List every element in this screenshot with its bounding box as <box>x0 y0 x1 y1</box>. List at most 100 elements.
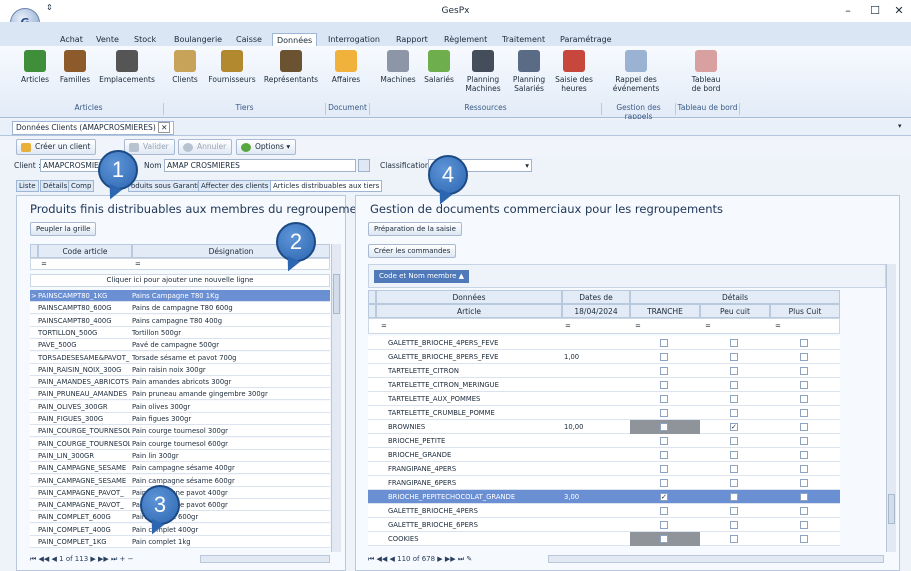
cell-code-article[interactable]: TORSADESESAME&PAVOT_ <box>38 352 130 364</box>
cell-option[interactable] <box>770 350 840 364</box>
cell-article[interactable]: BRIOCHE_PEPITECHOCOLAT_GRANDE <box>388 490 558 504</box>
cell-option[interactable] <box>700 504 770 518</box>
ribbon-salaries[interactable]: Salariés <box>422 50 456 100</box>
table-row[interactable]: COOKIES <box>368 532 840 546</box>
cell-option[interactable] <box>700 406 770 420</box>
populate-grid-button[interactable]: Peupler la grille <box>30 222 97 236</box>
table-row[interactable]: PAIN_COMPLET_600GPain complet 600gr <box>30 511 330 524</box>
checkbox[interactable] <box>800 353 808 361</box>
checkbox[interactable] <box>800 479 808 487</box>
table-row[interactable]: BRIOCHE_PETITE <box>368 434 840 448</box>
col-plus-cuit[interactable]: Plus Cuit <box>770 304 840 318</box>
cell-code-article[interactable]: PAIN_PRUNEAU_AMANDES <box>38 388 130 400</box>
checkbox[interactable] <box>660 521 668 529</box>
cell-option[interactable] <box>770 364 840 378</box>
cell-quantity[interactable] <box>564 392 624 406</box>
subtab-affecter[interactable]: Affecter des clients <box>198 180 272 192</box>
right-scroll-thumb[interactable] <box>888 494 895 524</box>
checkbox[interactable] <box>730 479 738 487</box>
menu-traitement[interactable]: Traitement <box>498 33 549 47</box>
table-row[interactable]: TARTELETTE_AUX_POMMES <box>368 392 840 406</box>
cell-quantity[interactable] <box>564 504 624 518</box>
cell-option[interactable]: ✓ <box>700 420 770 434</box>
cell-option[interactable] <box>630 420 700 434</box>
checkbox[interactable] <box>660 465 668 473</box>
checkbox[interactable] <box>730 521 738 529</box>
ribbon-affaires[interactable]: Affaires <box>328 50 364 100</box>
cell-article[interactable]: BROWNIES <box>388 420 558 434</box>
cell-option[interactable] <box>770 504 840 518</box>
ribbon-fournisseurs[interactable]: Fournisseurs <box>206 50 258 100</box>
cell-code-article[interactable]: PAIN_FIGUES_300G <box>38 413 130 425</box>
cancel-button[interactable]: Annuler <box>178 139 233 155</box>
table-row[interactable]: PAIN_COMPLET_1KG Pain complet 1kg <box>30 536 330 548</box>
table-row[interactable]: PAIN_FIGUES_300G Pain figues 300gr <box>30 413 330 425</box>
checkbox[interactable] <box>660 535 668 543</box>
left-scrollbar[interactable] <box>331 244 341 552</box>
cell-article[interactable]: GALETTE_BRIOCHE_4PERS_FEVE <box>388 336 558 350</box>
cell-article[interactable]: FRANGIPANE_4PERS <box>388 462 558 476</box>
checkbox[interactable] <box>800 339 808 347</box>
new-row[interactable]: Cliquer ici pour ajouter une nouvelle li… <box>30 274 330 287</box>
col-article[interactable]: Article <box>376 304 562 318</box>
group-by-chip[interactable]: Code et Nom membre ▲ <box>374 270 470 283</box>
cell-code-article[interactable]: PAIN_COMPLET_1KG <box>38 536 130 548</box>
cell-designation[interactable]: Pain raisin noix 300gr <box>132 364 328 376</box>
menu-reglement[interactable]: Règlement <box>440 33 491 47</box>
cell-quantity[interactable]: 10,00 <box>564 420 624 434</box>
ribbon-articles[interactable]: Articles <box>20 50 50 100</box>
table-row[interactable]: PAIN_COURGE_TOURNESOL Pain courge tournes… <box>30 437 330 450</box>
cell-article[interactable]: GALETTE_BRIOCHE_8PERS_FEVE <box>388 350 558 364</box>
cell-option[interactable] <box>630 518 700 532</box>
validate-button[interactable]: Valider <box>124 139 175 155</box>
table-row[interactable]: PAIN_RAISIN_NOIX_300G Pain raisin noix 30… <box>30 363 330 376</box>
menu-boulangerie[interactable]: Boulangerie <box>170 33 226 47</box>
cell-article[interactable]: GALETTE_BRIOCHE_4PERS <box>388 504 558 518</box>
menu-stock[interactable]: Stock <box>130 33 160 47</box>
ribbon-familles[interactable]: Familles <box>58 50 92 100</box>
cell-designation[interactable]: Pain amandes abricots 300gr <box>132 376 328 388</box>
checkbox[interactable] <box>660 353 668 361</box>
checkbox[interactable] <box>730 367 738 375</box>
cell-option[interactable] <box>630 434 700 448</box>
table-row[interactable]: TORTILLON_500G Tortillon 500gr <box>30 326 330 339</box>
cell-code-article[interactable]: PAIN_AMANDES_ABRICOTS <box>38 376 130 388</box>
ribbon-rappel[interactable]: Rappel des événements <box>608 50 664 100</box>
tabstrip-chevron-down-icon[interactable]: ▾ <box>898 122 902 130</box>
close-button[interactable]: ✕ <box>884 0 911 22</box>
table-row[interactable]: BROWNIES 10,00 ✓ <box>368 420 840 434</box>
left-hscrollbar[interactable] <box>200 555 330 563</box>
checkbox[interactable] <box>730 395 738 403</box>
cell-quantity[interactable] <box>564 448 624 462</box>
cell-option[interactable] <box>700 350 770 364</box>
table-row[interactable]: GALETTE_BRIOCHE_6PERS <box>368 518 840 532</box>
table-row[interactable]: TARTELETTE_CITRON_MERINGUE <box>368 378 840 392</box>
table-row[interactable]: GALETTE_BRIOCHE_4PERS_FEVE <box>368 336 840 350</box>
minimize-button[interactable]: – <box>833 0 863 22</box>
checkbox[interactable] <box>660 451 668 459</box>
cell-quantity[interactable] <box>564 476 624 490</box>
checkbox[interactable] <box>730 465 738 473</box>
cell-code-article[interactable]: PAIN_COURGE_TOURNESOL <box>38 425 130 437</box>
col-peu-cuit[interactable]: Peu cuit <box>700 304 770 318</box>
table-row[interactable]: PAIN_COURGE_TOURNESOL Pain courge tournes… <box>30 425 330 438</box>
table-row[interactable]: TORSADESESAME&PAVOT_ Torsade sésame et pa… <box>30 351 330 364</box>
cell-option[interactable] <box>630 504 700 518</box>
cell-option[interactable] <box>770 476 840 490</box>
cell-quantity[interactable] <box>564 434 624 448</box>
right-scrollbar[interactable] <box>886 264 896 552</box>
checkbox[interactable] <box>660 381 668 389</box>
cell-code-article[interactable]: PAINSCAMPT80_1KG <box>38 290 130 302</box>
close-icon[interactable]: ✕ <box>158 122 171 133</box>
checkbox[interactable] <box>660 437 668 445</box>
checkbox[interactable] <box>800 507 808 515</box>
cell-option[interactable] <box>700 392 770 406</box>
document-tab[interactable]: Données Clients (AMAPCROSMIERES) ✕ <box>12 121 175 135</box>
menu-rapport[interactable]: Rapport <box>392 33 432 47</box>
checkbox[interactable] <box>730 437 738 445</box>
cell-designation[interactable]: Pain courge tournesol 600gr <box>132 438 328 450</box>
checkbox[interactable] <box>800 367 808 375</box>
cell-designation[interactable]: Pains Campagne T80 1Kg <box>132 290 328 302</box>
menu-donnees[interactable]: Données <box>272 33 318 47</box>
cell-quantity[interactable] <box>564 378 624 392</box>
